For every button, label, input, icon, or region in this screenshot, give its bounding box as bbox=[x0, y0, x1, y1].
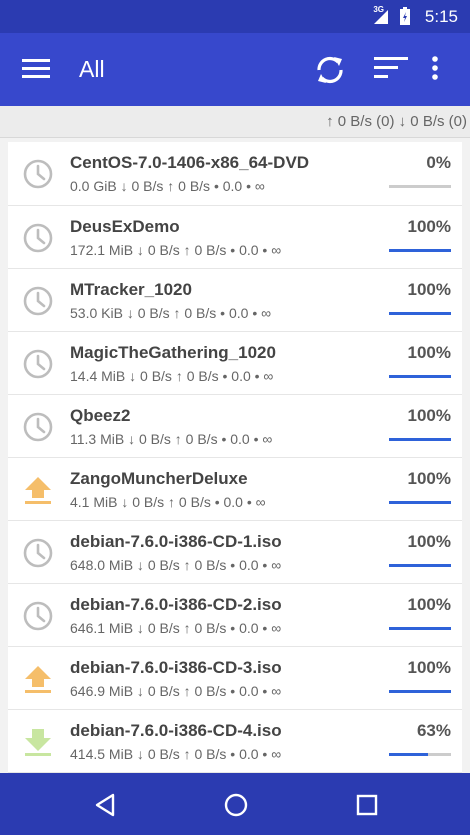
progress-fill bbox=[389, 438, 451, 441]
progress-fill bbox=[389, 627, 451, 630]
torrent-stats: 648.0 MiB ↓ 0 B/s ↑ 0 B/s • 0.0 • ∞ bbox=[70, 557, 282, 573]
clock-icon bbox=[22, 158, 54, 190]
torrent-name: DeusExDemo bbox=[70, 217, 180, 236]
status-bar: 3G 5:15 bbox=[0, 0, 470, 33]
clock-icon bbox=[22, 348, 54, 380]
torrent-name: debian-7.6.0-i386-CD-1.iso bbox=[70, 532, 282, 551]
torrent-list: CentOS-7.0-1406-x86_64-DVD 0.0 GiB ↓ 0 B… bbox=[8, 142, 462, 773]
torrent-name: debian-7.6.0-i386-CD-3.iso bbox=[70, 658, 282, 677]
progress-fill bbox=[389, 312, 451, 315]
torrent-percent: 100% bbox=[407, 406, 451, 425]
torrent-name: ZangoMuncherDeluxe bbox=[70, 469, 248, 488]
home-icon[interactable] bbox=[224, 792, 248, 818]
app-bar: All bbox=[0, 33, 470, 106]
torrent-stats: 414.5 MiB ↓ 0 B/s ↑ 0 B/s • 0.0 • ∞ bbox=[70, 746, 282, 762]
clock-icon bbox=[22, 411, 54, 443]
transfer-speed-summary: ↑ 0 B/s (0) ↓ 0 B/s (0) bbox=[0, 106, 470, 138]
torrent-name: debian-7.6.0-i386-CD-2.iso bbox=[70, 595, 282, 614]
torrent-row[interactable]: CentOS-7.0-1406-x86_64-DVD 0.0 GiB ↓ 0 B… bbox=[8, 142, 462, 206]
clock-icon bbox=[22, 600, 54, 632]
hamburger-menu-icon[interactable] bbox=[22, 59, 50, 79]
progress-fill bbox=[389, 375, 451, 378]
torrent-stats: 53.0 KiB ↓ 0 B/s ↑ 0 B/s • 0.0 • ∞ bbox=[70, 305, 272, 321]
torrent-percent: 100% bbox=[407, 343, 451, 362]
torrent-row[interactable]: ZangoMuncherDeluxe 4.1 MiB ↓ 0 B/s ↑ 0 B… bbox=[8, 458, 462, 521]
torrent-name: MagicTheGathering_1020 bbox=[70, 343, 276, 362]
torrent-row[interactable]: debian-7.6.0-i386-CD-4.iso 414.5 MiB ↓ 0… bbox=[8, 710, 462, 773]
torrent-name: Qbeez2 bbox=[70, 406, 131, 425]
torrent-percent: 100% bbox=[407, 217, 451, 236]
clock-time: 5:15 bbox=[424, 7, 458, 26]
torrent-percent: 0% bbox=[426, 153, 451, 172]
torrent-stats: 646.1 MiB ↓ 0 B/s ↑ 0 B/s • 0.0 • ∞ bbox=[70, 620, 282, 636]
torrent-percent: 100% bbox=[407, 595, 451, 614]
progress-bar bbox=[389, 753, 451, 756]
clock-icon bbox=[22, 285, 54, 317]
progress-bar bbox=[389, 312, 451, 315]
progress-bar bbox=[389, 438, 451, 441]
torrent-stats: 14.4 MiB ↓ 0 B/s ↑ 0 B/s • 0.0 • ∞ bbox=[70, 368, 274, 384]
torrent-name: MTracker_1020 bbox=[70, 280, 192, 299]
progress-bar bbox=[389, 501, 451, 504]
download-icon bbox=[22, 726, 54, 758]
torrent-name: debian-7.6.0-i386-CD-4.iso bbox=[70, 721, 282, 740]
torrent-row[interactable]: Qbeez2 11.3 MiB ↓ 0 B/s ↑ 0 B/s • 0.0 • … bbox=[8, 395, 462, 458]
torrent-row[interactable]: debian-7.6.0-i386-CD-1.iso 648.0 MiB ↓ 0… bbox=[8, 521, 462, 584]
torrent-percent: 63% bbox=[416, 721, 451, 740]
torrent-stats: 4.1 MiB ↓ 0 B/s ↑ 0 B/s • 0.0 • ∞ bbox=[70, 494, 266, 510]
torrent-percent: 100% bbox=[407, 658, 451, 677]
page-title: All bbox=[79, 56, 105, 82]
more-vert-icon[interactable] bbox=[431, 55, 439, 81]
progress-bar bbox=[389, 564, 451, 567]
torrent-row[interactable]: debian-7.6.0-i386-CD-3.iso 646.9 MiB ↓ 0… bbox=[8, 647, 462, 710]
torrent-stats: 11.3 MiB ↓ 0 B/s ↑ 0 B/s • 0.0 • ∞ bbox=[70, 431, 273, 447]
torrent-row[interactable]: MTracker_1020 53.0 KiB ↓ 0 B/s ↑ 0 B/s •… bbox=[8, 269, 462, 332]
progress-bar bbox=[389, 185, 451, 188]
torrent-percent: 100% bbox=[407, 532, 451, 551]
progress-fill bbox=[389, 753, 429, 756]
progress-bar bbox=[389, 249, 451, 252]
torrent-stats: 172.1 MiB ↓ 0 B/s ↑ 0 B/s • 0.0 • ∞ bbox=[70, 242, 282, 258]
speed-summary-text: ↑ 0 B/s (0) ↓ 0 B/s (0) bbox=[326, 113, 467, 130]
torrent-percent: 100% bbox=[407, 469, 451, 488]
torrent-stats: 0.0 GiB ↓ 0 B/s ↑ 0 B/s • 0.0 • ∞ bbox=[70, 178, 265, 194]
progress-fill bbox=[389, 690, 451, 693]
progress-fill bbox=[389, 564, 451, 567]
progress-bar bbox=[389, 627, 451, 630]
battery-icon bbox=[400, 7, 410, 25]
clock-icon bbox=[22, 537, 54, 569]
progress-bar bbox=[389, 375, 451, 378]
progress-bar bbox=[389, 690, 451, 693]
back-icon[interactable] bbox=[93, 792, 117, 818]
torrent-stats: 646.9 MiB ↓ 0 B/s ↑ 0 B/s • 0.0 • ∞ bbox=[70, 683, 282, 699]
torrent-row[interactable]: MagicTheGathering_1020 14.4 MiB ↓ 0 B/s … bbox=[8, 332, 462, 395]
clock-icon bbox=[22, 222, 54, 254]
upload-icon bbox=[22, 474, 54, 506]
torrent-percent: 100% bbox=[407, 280, 451, 299]
signal-icon bbox=[374, 10, 388, 24]
progress-fill bbox=[389, 501, 451, 504]
upload-icon bbox=[22, 663, 54, 695]
sort-icon[interactable] bbox=[374, 57, 408, 81]
progress-fill bbox=[389, 249, 451, 252]
torrent-name: CentOS-7.0-1406-x86_64-DVD bbox=[70, 153, 310, 172]
navigation-bar bbox=[0, 773, 470, 835]
torrent-row[interactable]: debian-7.6.0-i386-CD-2.iso 646.1 MiB ↓ 0… bbox=[8, 584, 462, 647]
torrent-row[interactable]: DeusExDemo 172.1 MiB ↓ 0 B/s ↑ 0 B/s • 0… bbox=[8, 206, 462, 269]
recents-icon[interactable] bbox=[356, 792, 378, 818]
refresh-icon[interactable] bbox=[313, 53, 347, 87]
